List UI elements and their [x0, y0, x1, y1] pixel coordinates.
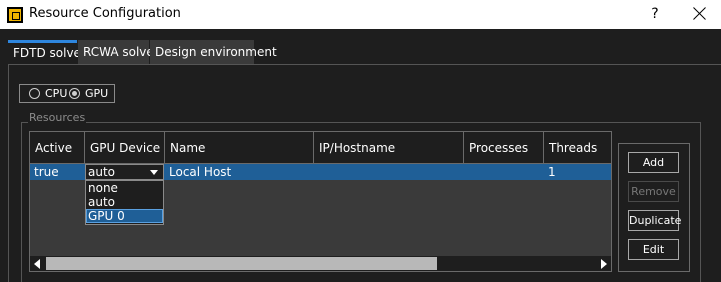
tab-rcwa-solver[interactable]: RCWA solver: [78, 40, 159, 64]
chevron-down-icon[interactable]: [150, 170, 158, 175]
scroll-left-icon[interactable]: [34, 259, 40, 269]
gpu-device-select[interactable]: auto: [85, 164, 164, 180]
close-icon[interactable]: [690, 4, 710, 24]
scroll-right-icon[interactable]: [601, 259, 607, 269]
horizontal-scrollbar[interactable]: [30, 256, 611, 271]
add-button[interactable]: Add: [628, 152, 679, 173]
tab-design-environment[interactable]: Design environment: [150, 40, 277, 64]
column-header-threads[interactable]: Threads: [544, 132, 611, 164]
cpu-radio[interactable]: [29, 88, 40, 99]
app-icon: [7, 7, 23, 23]
column-header-active[interactable]: Active: [30, 132, 85, 164]
gpu-device-value: auto: [88, 165, 116, 179]
dropdown-option-none[interactable]: none: [86, 181, 163, 195]
cell-name[interactable]: Local Host: [165, 164, 314, 180]
column-header-gpu-device[interactable]: GPU Device: [85, 132, 165, 164]
help-button[interactable]: ?: [644, 3, 666, 25]
column-header-processes[interactable]: Processes: [464, 132, 544, 164]
resources-group-label: Resources: [28, 111, 87, 124]
dropdown-option-gpu-0[interactable]: GPU 0: [86, 209, 163, 223]
gpu-device-dropdown: none auto GPU 0: [85, 180, 164, 225]
cell-threads[interactable]: 1: [544, 164, 611, 180]
scrollbar-thumb[interactable]: [46, 257, 437, 270]
window-title: Resource Configuration: [29, 6, 181, 21]
cell-processes[interactable]: [464, 164, 544, 180]
title-bar: Resource Configuration ?: [0, 0, 721, 29]
column-header-ip-hostname[interactable]: IP/Hostname: [314, 132, 464, 164]
remove-button[interactable]: Remove: [628, 181, 679, 202]
tab-fdtd-solver[interactable]: FDTD solver: [8, 40, 86, 64]
dropdown-option-auto[interactable]: auto: [86, 195, 163, 209]
gpu-radio[interactable]: [69, 88, 80, 99]
duplicate-button[interactable]: Duplicate: [628, 210, 681, 231]
edit-button[interactable]: Edit: [628, 239, 679, 260]
cell-active[interactable]: true: [30, 164, 85, 180]
column-header-name[interactable]: Name: [165, 132, 314, 164]
cell-ip-hostname[interactable]: [314, 164, 464, 180]
cpu-label: CPU: [45, 87, 68, 100]
gpu-label: GPU: [85, 87, 109, 100]
compute-mode-group: CPU GPU: [19, 84, 115, 103]
